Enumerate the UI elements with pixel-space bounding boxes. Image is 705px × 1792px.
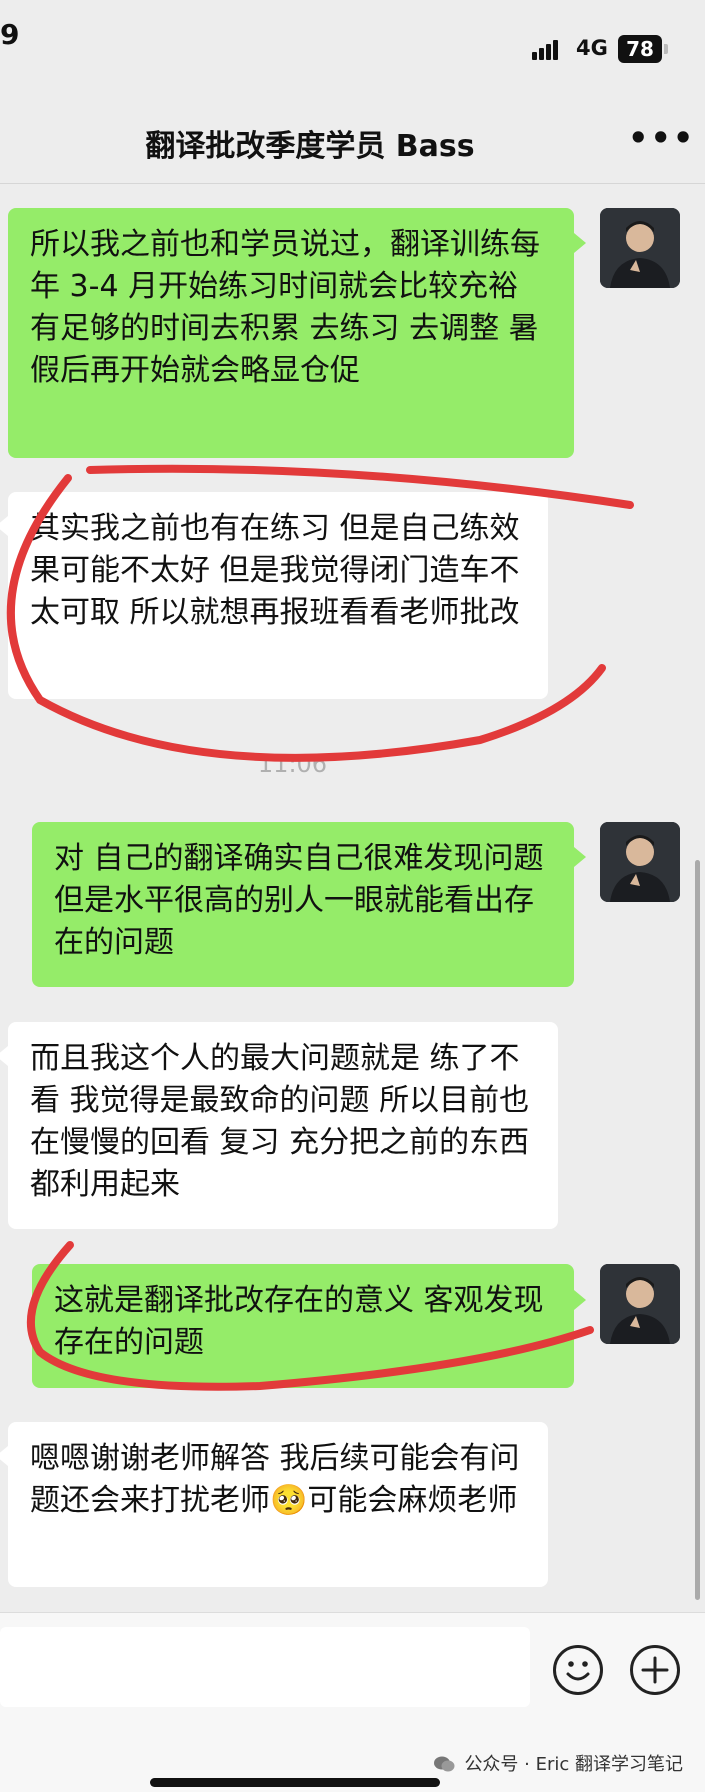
message-text: 其实我之前也有在练习 但是自己练效果可能不太好 但是我觉得闭门造车不太可取 所以… xyxy=(30,511,520,630)
message-bubble-sent[interactable]: 这就是翻译批改存在的意义 客观发现存在的问题 xyxy=(32,1264,574,1388)
signal-icon xyxy=(532,38,564,60)
message-bubble-sent[interactable]: 对 自己的翻译确实自己很难发现问题 但是水平很高的别人一眼就能看出存在的问题 xyxy=(32,822,574,987)
avatar[interactable] xyxy=(600,1264,680,1344)
avatar[interactable] xyxy=(600,822,680,902)
message-bubble-received[interactable]: 嗯嗯谢谢老师解答 我后续可能会有问题还会来打扰老师🥺可能会麻烦老师 xyxy=(8,1422,548,1587)
pleading-face-emoji: 🥺 xyxy=(270,1483,308,1518)
battery-icon: 78 xyxy=(618,35,662,63)
message-text: 而且我这个人的最大问题就是 练了不看 我觉得是最致命的问题 所以目前也在慢慢的回… xyxy=(30,1041,530,1202)
message-text: 可能会麻烦老师 xyxy=(307,1483,518,1518)
bubble-tail xyxy=(0,1046,8,1066)
chat-title: 翻译批改季度学员 Bass xyxy=(145,129,475,164)
credit-text: 公众号 · Eric 翻译学习笔记 xyxy=(464,1754,683,1775)
bubble-tail xyxy=(0,516,8,536)
bubble-tail xyxy=(574,233,586,253)
message-text: 对 自己的翻译确实自己很难发现问题 但是水平很高的别人一眼就能看出存在的问题 xyxy=(54,841,544,960)
message-bubble-received[interactable]: 其实我之前也有在练习 但是自己练效果可能不太好 但是我觉得闭门造车不太可取 所以… xyxy=(8,492,548,699)
scrollbar[interactable] xyxy=(695,860,700,1600)
message-bubble-sent[interactable]: 所以我之前也和学员说过，翻译训练每年 3-4 月开始练习时间就会比较充裕 有足够… xyxy=(8,208,574,458)
emoji-icon[interactable] xyxy=(553,1645,603,1695)
battery-level: 78 xyxy=(626,37,654,61)
home-indicator[interactable] xyxy=(150,1778,440,1787)
message-bubble-received[interactable]: 而且我这个人的最大问题就是 练了不看 我觉得是最致命的问题 所以目前也在慢慢的回… xyxy=(8,1022,558,1229)
bubble-tail xyxy=(574,1290,586,1310)
battery-tip xyxy=(664,44,668,54)
input-bar xyxy=(0,1612,705,1723)
avatar[interactable] xyxy=(600,208,680,288)
status-bar: 9 4G 78 xyxy=(0,0,705,95)
status-time: 9 xyxy=(0,18,20,51)
watermark-credit: 公众号 · Eric 翻译学习笔记 xyxy=(433,1750,683,1776)
message-text: 这就是翻译批改存在的意义 客观发现存在的问题 xyxy=(54,1283,544,1360)
message-timestamp: 11:06 xyxy=(257,750,328,778)
bubble-tail xyxy=(0,1446,8,1466)
network-label: 4G xyxy=(576,36,608,60)
plus-icon[interactable] xyxy=(630,1645,680,1695)
more-icon[interactable]: ••• xyxy=(628,119,695,157)
wechat-icon xyxy=(433,1756,455,1772)
message-input[interactable] xyxy=(0,1627,530,1707)
footer: 公众号 · Eric 翻译学习笔记 xyxy=(0,1722,705,1792)
chat-header: 翻译批改季度学员 Bass ••• xyxy=(0,95,705,184)
message-text: 所以我之前也和学员说过，翻译训练每年 3-4 月开始练习时间就会比较充裕 有足够… xyxy=(30,227,540,388)
bubble-tail xyxy=(574,847,586,867)
